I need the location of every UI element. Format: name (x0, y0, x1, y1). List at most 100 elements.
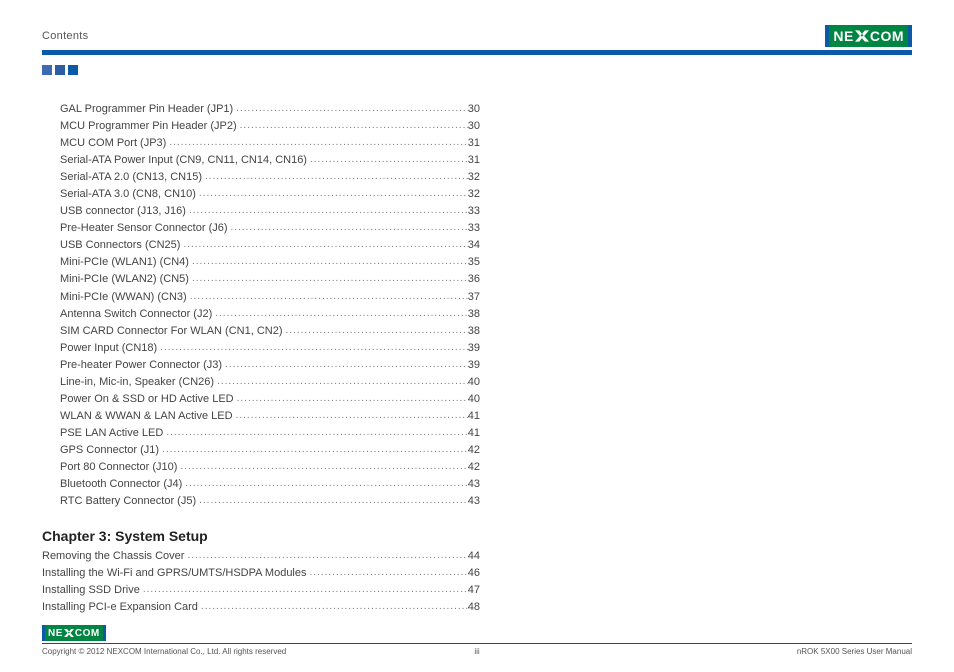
footer-page-number: iii (474, 647, 479, 656)
toc-label: Antenna Switch Connector (J2) (60, 306, 212, 323)
toc-line[interactable]: Removing the Chassis Cover 44 (42, 548, 480, 565)
toc-label: Mini-PCIe (WLAN1) (CN4) (60, 254, 189, 271)
header-title: Contents (42, 30, 88, 42)
toc-page: 36 (468, 271, 480, 288)
toc-label: USB connector (J13, J16) (60, 203, 186, 220)
toc-leader-dots (184, 548, 467, 564)
toc-line[interactable]: Installing SSD Drive47 (42, 582, 480, 599)
toc-page: 41 (468, 408, 480, 425)
decor-square (55, 65, 65, 75)
toc-page: 39 (468, 357, 480, 374)
toc-line[interactable]: Port 80 Connector (J10)42 (60, 459, 480, 476)
toc-leader-dots (187, 289, 468, 305)
toc-label: PSE LAN Active LED (60, 425, 163, 442)
toc-label: Power On & SSD or HD Active LED (60, 391, 234, 408)
toc-line[interactable]: RTC Battery Connector (J5)43 (60, 493, 480, 510)
toc-section-list: GAL Programmer Pin Header (JP1) 30MCU Pr… (60, 101, 480, 510)
footer-rule (42, 643, 912, 644)
toc-leader-dots (198, 599, 468, 615)
toc-page: 32 (468, 186, 480, 203)
toc-page: 31 (468, 135, 480, 152)
toc-line[interactable]: SIM CARD Connector For WLAN (CN1, CN2) 38 (60, 323, 480, 340)
toc-page: 40 (468, 374, 480, 391)
toc-label: Line-in, Mic-in, Speaker (CN26) (60, 374, 214, 391)
toc-label: Installing the Wi-Fi and GPRS/UMTS/HSDPA… (42, 565, 307, 582)
toc-line[interactable]: Mini-PCIe (WLAN2) (CN5)36 (60, 271, 480, 288)
toc-label: Serial-ATA 3.0 (CN8, CN10) (60, 186, 196, 203)
toc-line[interactable]: Line-in, Mic-in, Speaker (CN26) 40 (60, 374, 480, 391)
toc-line[interactable]: PSE LAN Active LED 41 (60, 425, 480, 442)
toc-label: GPS Connector (J1) (60, 442, 159, 459)
toc-line[interactable]: GAL Programmer Pin Header (JP1) 30 (60, 101, 480, 118)
toc-line[interactable]: Pre-Heater Sensor Connector (J6)33 (60, 220, 480, 237)
toc-leader-dots (212, 306, 468, 322)
toc-line[interactable]: USB connector (J13, J16) 33 (60, 203, 480, 220)
toc-content: GAL Programmer Pin Header (JP1) 30MCU Pr… (60, 101, 480, 616)
toc-line[interactable]: Mini-PCIe (WWAN) (CN3) 37 (60, 289, 480, 306)
chapter-heading: Chapter 3: System Setup (42, 528, 480, 544)
toc-page: 38 (468, 306, 480, 323)
toc-label: Serial-ATA Power Input (CN9, CN11, CN14,… (60, 152, 307, 169)
logo-left: NE (48, 628, 63, 639)
toc-leader-dots (233, 408, 468, 424)
toc-label: Mini-PCIe (WWAN) (CN3) (60, 289, 187, 306)
toc-label: MCU Programmer Pin Header (JP2) (60, 118, 237, 135)
toc-line[interactable]: Bluetooth Connector (J4) 43 (60, 476, 480, 493)
toc-page: 38 (468, 323, 480, 340)
toc-page: 35 (468, 254, 480, 271)
toc-line[interactable]: Mini-PCIe (WLAN1) (CN4) 35 (60, 254, 480, 271)
toc-leader-dots (189, 271, 468, 287)
toc-leader-dots (234, 391, 468, 407)
toc-label: Pre-Heater Sensor Connector (J6) (60, 220, 228, 237)
toc-label: Power Input (CN18) (60, 340, 157, 357)
header: Contents NE COM (42, 24, 912, 48)
toc-label: USB Connectors (CN25) (60, 237, 180, 254)
toc-leader-dots (177, 459, 467, 475)
toc-line[interactable]: Installing the Wi-Fi and GPRS/UMTS/HSDPA… (42, 565, 480, 582)
toc-leader-dots (182, 476, 467, 492)
toc-label: GAL Programmer Pin Header (JP1) (60, 101, 233, 118)
toc-line[interactable]: GPS Connector (J1)42 (60, 442, 480, 459)
toc-leader-dots (159, 442, 468, 458)
toc-page: 30 (468, 101, 480, 118)
toc-line[interactable]: WLAN & WWAN & LAN Active LED41 (60, 408, 480, 425)
toc-page: 43 (468, 476, 480, 493)
toc-line[interactable]: Power On & SSD or HD Active LED 40 (60, 391, 480, 408)
toc-line[interactable]: USB Connectors (CN25) 34 (60, 237, 480, 254)
toc-page: 40 (468, 391, 480, 408)
toc-leader-dots (166, 135, 467, 151)
toc-leader-dots (233, 101, 468, 117)
toc-page: 44 (468, 548, 480, 565)
toc-leader-dots (189, 254, 468, 270)
toc-line[interactable]: Installing PCI-e Expansion Card48 (42, 599, 480, 616)
toc-label: Installing SSD Drive (42, 582, 140, 599)
toc-line[interactable]: MCU COM Port (JP3) 31 (60, 135, 480, 152)
toc-label: Port 80 Connector (J10) (60, 459, 177, 476)
toc-leader-dots (237, 118, 468, 134)
decor-square (68, 65, 78, 75)
toc-leader-dots (307, 152, 468, 168)
toc-page: 43 (468, 493, 480, 510)
toc-line[interactable]: Serial-ATA 3.0 (CN8, CN10) 32 (60, 186, 480, 203)
header-rule (42, 50, 912, 55)
footer-doc-title: nROK 5X00 Series User Manual (797, 647, 912, 656)
toc-page: 34 (468, 237, 480, 254)
toc-line[interactable]: MCU Programmer Pin Header (JP2)30 (60, 118, 480, 135)
logo-right: COM (75, 628, 100, 639)
toc-line[interactable]: Serial-ATA Power Input (CN9, CN11, CN14,… (60, 152, 480, 169)
toc-line[interactable]: Power Input (CN18)39 (60, 340, 480, 357)
logo-text: NE COM (829, 25, 908, 47)
toc-line[interactable]: Antenna Switch Connector (J2) 38 (60, 306, 480, 323)
toc-page: 41 (468, 425, 480, 442)
toc-line[interactable]: Pre-heater Power Connector (J3)39 (60, 357, 480, 374)
toc-label: SIM CARD Connector For WLAN (CN1, CN2) (60, 323, 283, 340)
toc-leader-dots (283, 323, 468, 339)
toc-leader-dots (222, 357, 468, 373)
toc-line[interactable]: Serial-ATA 2.0 (CN13, CN15)32 (60, 169, 480, 186)
toc-label: MCU COM Port (JP3) (60, 135, 166, 152)
toc-label: Installing PCI-e Expansion Card (42, 599, 198, 616)
toc-label: Bluetooth Connector (J4) (60, 476, 182, 493)
toc-page: 37 (468, 289, 480, 306)
toc-label: Removing the Chassis Cover (42, 548, 184, 565)
logo-right: COM (870, 28, 904, 44)
